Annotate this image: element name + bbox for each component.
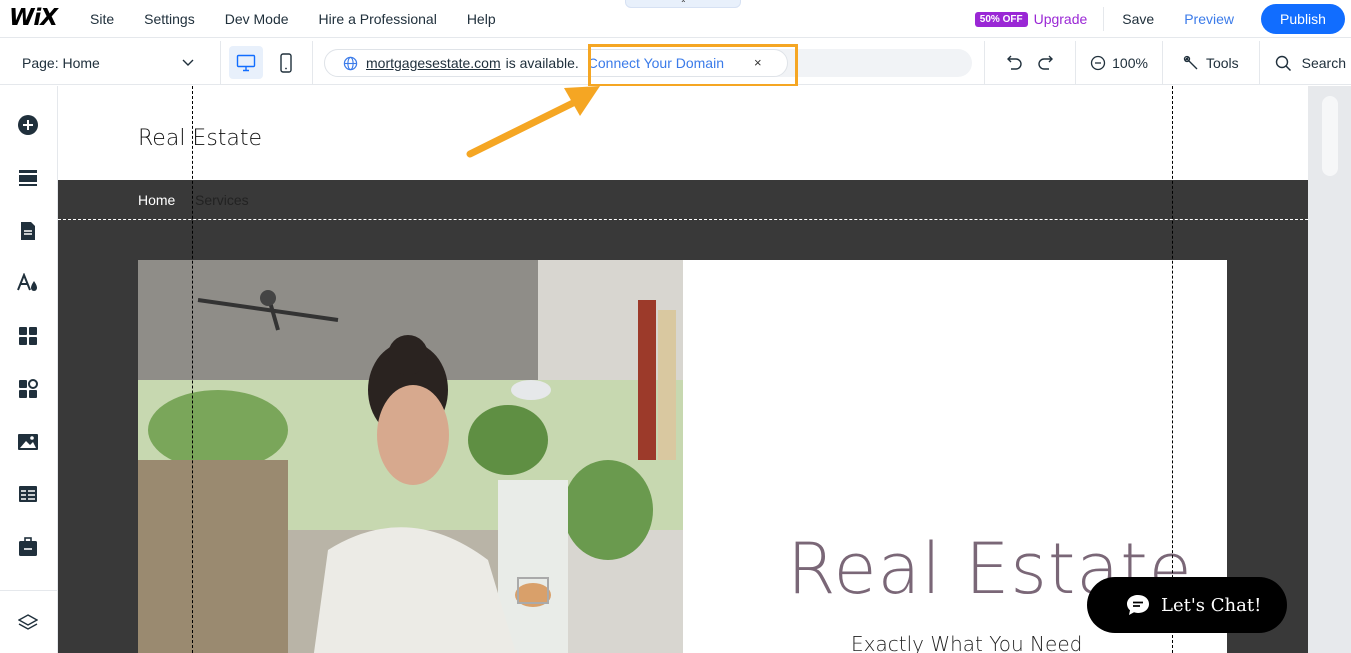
tools-label: Tools: [1205, 55, 1239, 71]
canvas-scrollbar[interactable]: [1308, 86, 1351, 653]
annotation-arrow-icon: [466, 86, 600, 158]
domain-name-link[interactable]: mortgagesestate.com: [366, 55, 501, 71]
undo-redo-group: [984, 41, 1075, 85]
layers-icon[interactable]: [17, 612, 39, 634]
mobile-view-button[interactable]: [273, 46, 299, 79]
page-selector-label: Page: Home: [22, 55, 100, 71]
scrollbar-thumb[interactable]: [1322, 96, 1338, 176]
add-section-icon[interactable]: [17, 167, 39, 189]
chevron-down-icon: [182, 59, 194, 66]
media-icon[interactable]: [17, 431, 39, 453]
search-button[interactable]: Search: [1258, 41, 1351, 85]
page-selector[interactable]: Page: Home: [0, 41, 221, 85]
zoom-level: 100%: [1112, 55, 1148, 71]
redo-icon[interactable]: [1037, 55, 1055, 71]
zoom-out-icon[interactable]: [1090, 55, 1106, 71]
mobile-icon: [280, 52, 292, 73]
menu-dev-mode[interactable]: Dev Mode: [210, 11, 304, 27]
toolbar-right: 100% Tools Search: [984, 41, 1351, 85]
site-title[interactable]: Real Estate: [138, 126, 262, 151]
left-gridline: [192, 86, 193, 653]
preview-button[interactable]: Preview: [1172, 11, 1261, 27]
editor-pull-tab[interactable]: ⌃: [625, 0, 741, 8]
left-sidebar: [0, 86, 58, 653]
chevron-up-icon: ⌃: [680, 0, 687, 8]
add-elements-icon[interactable]: [17, 114, 39, 136]
zoom-control[interactable]: 100%: [1075, 41, 1162, 85]
menu-site[interactable]: Site: [75, 11, 129, 27]
portfolio-icon[interactable]: [17, 536, 39, 558]
globe-icon: [343, 56, 358, 71]
menu-settings[interactable]: Settings: [129, 11, 210, 27]
hero-photo[interactable]: [138, 260, 683, 653]
editor-canvas[interactable]: Real Estate Home Services Real Estate Ex…: [58, 86, 1308, 653]
nav-item-services[interactable]: Services: [195, 192, 249, 208]
menu-help[interactable]: Help: [452, 11, 511, 27]
device-switcher: [221, 41, 313, 85]
discount-badge[interactable]: 50% OFF: [974, 11, 1028, 27]
hero-subtitle[interactable]: Exactly What You Need: [851, 632, 1082, 653]
theme-icon[interactable]: [17, 272, 39, 294]
desktop-icon: [236, 54, 256, 71]
search-icon: [1275, 55, 1291, 71]
desktop-view-button[interactable]: [229, 46, 263, 79]
top-bar: WiX Site Settings Dev Mode Hire a Profes…: [0, 0, 1351, 38]
sidebar-divider: [0, 590, 58, 591]
wrench-icon: [1183, 55, 1198, 69]
nav-item-home[interactable]: Home: [138, 192, 175, 208]
header-boundary-line: [58, 219, 1308, 220]
save-button[interactable]: Save: [1104, 11, 1172, 27]
cms-icon[interactable]: [17, 483, 39, 505]
publish-button[interactable]: Publish: [1261, 4, 1345, 34]
wix-logo[interactable]: WiX: [9, 5, 58, 31]
connect-domain-highlight: [588, 44, 798, 87]
search-label: Search: [1301, 55, 1346, 71]
chat-button[interactable]: Let's Chat!: [1087, 577, 1287, 633]
chat-bubble-icon: [1125, 593, 1151, 617]
upgrade-link[interactable]: Upgrade: [1034, 11, 1088, 27]
undo-icon[interactable]: [1005, 55, 1023, 71]
menu-hire-professional[interactable]: Hire a Professional: [304, 11, 452, 27]
chat-label: Let's Chat!: [1161, 594, 1262, 616]
right-gridline: [1172, 86, 1173, 653]
pages-icon[interactable]: [17, 220, 39, 242]
business-apps-icon[interactable]: [17, 378, 39, 400]
domain-availability-text: is available.: [505, 55, 579, 71]
top-right-actions: 50% OFF Upgrade Save Preview Publish: [974, 0, 1351, 38]
tools-button[interactable]: Tools: [1161, 41, 1259, 85]
top-menu: Site Settings Dev Mode Hire a Profession…: [75, 0, 511, 38]
apps-icon[interactable]: [17, 325, 39, 347]
